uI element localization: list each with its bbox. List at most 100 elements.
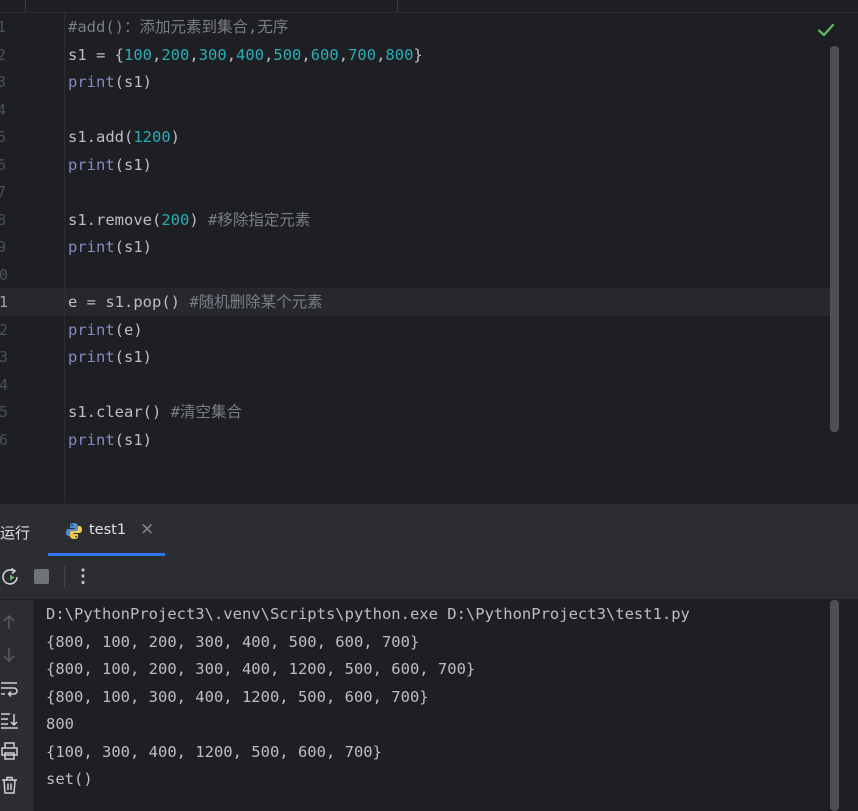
code-builtin: print bbox=[68, 430, 115, 449]
line-number: 10 bbox=[0, 265, 9, 284]
code-text: , bbox=[376, 45, 386, 64]
console-line: {800, 100, 200, 300, 400, 1200, 500, 600… bbox=[46, 660, 476, 678]
code-number: 300 bbox=[198, 45, 227, 64]
line-number: 9 bbox=[0, 238, 7, 256]
console-line: D:\PythonProject3\.venv\Scripts\python.e… bbox=[46, 605, 690, 623]
console-line: 800 bbox=[46, 715, 74, 733]
code-text: s1 = { bbox=[68, 45, 124, 64]
code-line-3: print(s1) bbox=[68, 69, 152, 97]
code-number: 400 bbox=[236, 45, 265, 64]
code-text: , bbox=[264, 45, 274, 64]
run-tab-test1[interactable]: test1 × bbox=[48, 504, 165, 556]
line-number: 4 bbox=[0, 100, 7, 119]
code-number: 600 bbox=[310, 45, 339, 64]
code-text: , bbox=[226, 45, 237, 64]
code-number: 200 bbox=[161, 45, 190, 64]
line-number: 3 bbox=[0, 73, 7, 91]
line-number: 13 bbox=[0, 348, 9, 366]
code-text: (s1) bbox=[114, 238, 152, 256]
console-output[interactable]: D:\PythonProject3\.venv\Scripts\python.e… bbox=[33, 600, 830, 811]
run-tool-window-header: 运行 test1 × bbox=[0, 503, 858, 557]
rerun-icon[interactable] bbox=[0, 566, 22, 588]
run-toolbar: ⋮ bbox=[0, 556, 858, 600]
code-text: s1.add( bbox=[68, 128, 134, 146]
code-builtin: print bbox=[68, 155, 115, 174]
arrow-down-icon[interactable] bbox=[0, 645, 20, 665]
code-builtin: print bbox=[68, 348, 115, 366]
trash-icon[interactable] bbox=[0, 775, 20, 795]
tab-separator bbox=[397, 0, 398, 12]
line-number-gutter: 1 2 3 4 5 6 7 8 9 10 11 12 13 14 15 16 bbox=[0, 12, 65, 503]
code-text: e = s1.pop() bbox=[68, 293, 190, 311]
console-line: {800, 100, 200, 300, 400, 500, 600, 700} bbox=[46, 632, 420, 651]
line-number: 14 bbox=[0, 375, 9, 394]
run-side-toolbar bbox=[0, 600, 33, 811]
code-line-11: e = s1.pop() #随机删除某个元素 bbox=[68, 289, 323, 317]
code-number: 200 bbox=[161, 210, 190, 229]
editor-tab-strip bbox=[0, 0, 858, 13]
line-number: 16 bbox=[0, 430, 9, 449]
code-line-1: #add()：添加元素到集合,无序 bbox=[68, 14, 288, 42]
check-icon[interactable] bbox=[816, 20, 836, 40]
code-line-16: print(s1) bbox=[68, 427, 152, 455]
code-text: ) bbox=[170, 128, 180, 146]
code-text: , bbox=[301, 45, 311, 64]
code-text: s1.remove( bbox=[68, 210, 162, 229]
stop-icon[interactable] bbox=[34, 569, 49, 584]
code-number: 1200 bbox=[133, 128, 171, 146]
code-line-12: print(e) bbox=[68, 317, 143, 345]
code-number: 700 bbox=[348, 45, 377, 64]
code-text: , bbox=[338, 45, 349, 64]
code-line-2: s1 = {100,200,300,400,500,600,700,800} bbox=[68, 42, 423, 70]
code-line-15: s1.clear() #清空集合 bbox=[68, 399, 242, 427]
code-line-8: s1.remove(200) #移除指定元素 bbox=[68, 207, 310, 235]
line-number: 15 bbox=[0, 403, 9, 421]
code-line-9: print(s1) bbox=[68, 234, 152, 262]
run-tab-label: test1 bbox=[89, 522, 127, 538]
code-comment: #清空集合 bbox=[170, 403, 242, 421]
console-margin bbox=[839, 600, 858, 811]
code-text: (s1) bbox=[114, 430, 152, 449]
code-line-13: print(s1) bbox=[68, 344, 152, 372]
code-text: (s1) bbox=[114, 348, 152, 366]
code-editor[interactable]: 1 2 3 4 5 6 7 8 9 10 11 12 13 14 15 16 #… bbox=[0, 0, 858, 503]
line-number: 8 bbox=[0, 210, 7, 229]
print-icon[interactable] bbox=[0, 741, 20, 761]
code-text: , bbox=[152, 45, 162, 64]
code-comment: #add()：添加元素到集合,无序 bbox=[68, 18, 289, 36]
console-line: {100, 300, 400, 1200, 500, 600, 700} bbox=[46, 742, 382, 761]
line-number: 1 bbox=[0, 18, 7, 36]
line-number: 7 bbox=[0, 183, 7, 201]
code-text: (e) bbox=[114, 320, 143, 339]
line-number: 5 bbox=[0, 128, 7, 146]
editor-scrollbar[interactable] bbox=[830, 46, 839, 432]
line-number-active: 11 bbox=[0, 293, 9, 311]
line-number: 12 bbox=[0, 320, 9, 339]
code-line-5: s1.add(1200) bbox=[68, 124, 180, 152]
line-number: 2 bbox=[0, 45, 7, 64]
code-text: } bbox=[413, 45, 423, 64]
code-builtin: print bbox=[68, 320, 115, 339]
more-icon[interactable]: ⋮ bbox=[74, 565, 92, 589]
code-text: , bbox=[189, 45, 199, 64]
toolbar-divider bbox=[64, 566, 65, 588]
close-icon[interactable]: × bbox=[140, 519, 154, 539]
code-text: (s1) bbox=[114, 73, 152, 91]
console-line: {800, 100, 300, 400, 1200, 500, 600, 700… bbox=[46, 687, 429, 706]
scroll-to-end-icon[interactable] bbox=[0, 710, 20, 730]
code-text: s1.clear() bbox=[68, 403, 171, 421]
arrow-up-icon[interactable] bbox=[0, 612, 20, 632]
line-number: 6 bbox=[0, 155, 7, 174]
soft-wrap-icon[interactable] bbox=[0, 678, 20, 698]
code-text: (s1) bbox=[114, 155, 152, 174]
code-builtin: print bbox=[68, 73, 115, 91]
code-line-6: print(s1) bbox=[68, 152, 152, 180]
tab-separator bbox=[25, 0, 26, 12]
code-comment: #随机删除某个元素 bbox=[189, 293, 323, 311]
console-line: set() bbox=[46, 770, 93, 788]
code-number: 500 bbox=[273, 45, 302, 64]
code-text: ) bbox=[189, 210, 208, 229]
code-comment: #移除指定元素 bbox=[208, 210, 311, 229]
code-number: 100 bbox=[124, 45, 152, 64]
console-scrollbar[interactable] bbox=[830, 600, 839, 811]
